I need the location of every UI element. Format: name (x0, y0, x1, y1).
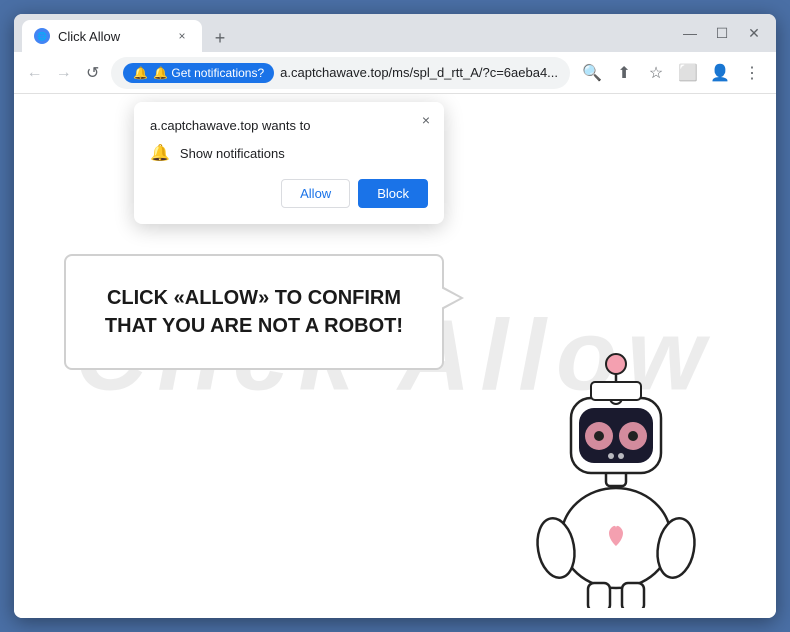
popup-buttons: Allow Block (150, 179, 428, 208)
back-button[interactable]: ← (24, 59, 45, 87)
popup-notification-label: Show notifications (180, 146, 285, 161)
close-window-button[interactable]: ✕ (740, 19, 768, 47)
maximize-button[interactable]: ☐ (708, 19, 736, 47)
notifications-button[interactable]: 🔔 🔔 Get notifications? (123, 63, 274, 83)
popup-close-button[interactable]: × (416, 110, 436, 130)
popup-notification-row: 🔔 Show notifications (150, 143, 428, 163)
robot-illustration (516, 318, 716, 598)
menu-icon[interactable]: ⋮ (738, 59, 766, 87)
allow-button[interactable]: Allow (281, 179, 350, 208)
new-tab-button[interactable]: + (206, 24, 234, 52)
tab-favicon: 🌐 (34, 28, 50, 44)
main-message-text: CLICK «ALLOW» TO CONFIRM THAT YOU ARE NO… (102, 284, 406, 340)
tab-title: Click Allow (58, 29, 166, 44)
browser-window: 🌐 Click Allow × + — ☐ ✕ ← → ↺ 🔔 🔔 Get no… (14, 14, 776, 618)
toolbar-icons: 🔍 ⬆ ☆ ⬜ 👤 ⋮ (578, 59, 766, 87)
tab-close-button[interactable]: × (174, 28, 190, 44)
minimize-button[interactable]: — (676, 19, 704, 47)
active-tab[interactable]: 🌐 Click Allow × (22, 20, 202, 52)
popup-title: a.captchawave.top wants to (150, 118, 428, 133)
robot-svg (516, 318, 716, 608)
content-area: Click Allow × a.captchawave.top wants to… (14, 94, 776, 618)
share-icon[interactable]: ⬆ (610, 59, 638, 87)
bookmark-icon[interactable]: ☆ (642, 59, 670, 87)
extend-icon[interactable]: ⬜ (674, 59, 702, 87)
notification-popup: × a.captchawave.top wants to 🔔 Show noti… (134, 102, 444, 224)
address-bar[interactable]: 🔔 🔔 Get notifications? a.captchawave.top… (111, 57, 570, 89)
block-button[interactable]: Block (358, 179, 428, 208)
reload-button[interactable]: ↺ (82, 59, 103, 87)
title-bar: 🌐 Click Allow × + — ☐ ✕ (14, 14, 776, 52)
url-text: a.captchawave.top/ms/spl_d_rtt_A/?c=6aeb… (280, 65, 558, 80)
search-icon[interactable]: 🔍 (578, 59, 606, 87)
forward-button[interactable]: → (53, 59, 74, 87)
bell-icon: 🔔 (150, 143, 170, 163)
message-container: CLICK «ALLOW» TO CONFIRM THAT YOU ARE NO… (64, 254, 444, 370)
window-controls: — ☐ ✕ (676, 19, 768, 47)
browser-toolbar: ← → ↺ 🔔 🔔 Get notifications? a.captchawa… (14, 52, 776, 94)
account-icon[interactable]: 👤 (706, 59, 734, 87)
tab-area: 🌐 Click Allow × + (22, 14, 670, 52)
